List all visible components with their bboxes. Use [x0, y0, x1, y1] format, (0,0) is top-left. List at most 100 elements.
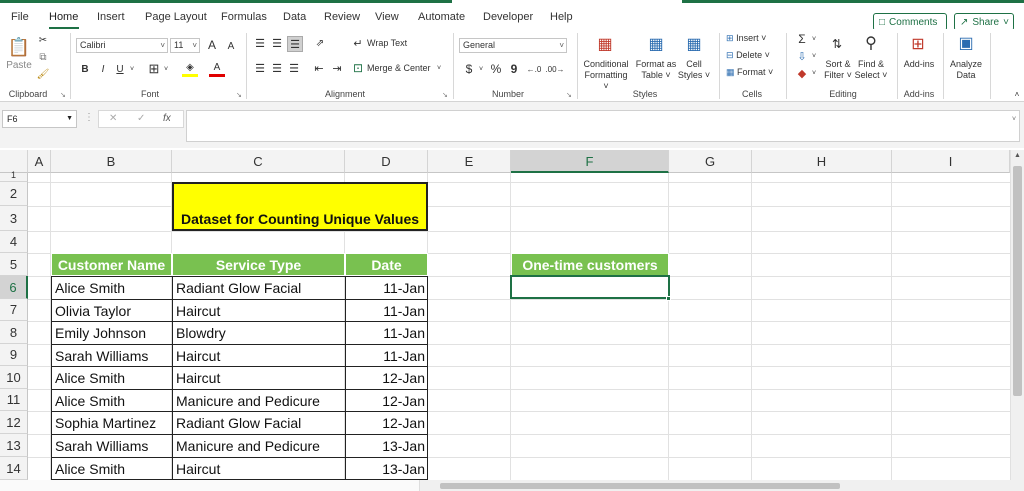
sort-filter-icon[interactable]: ⇅	[826, 34, 848, 54]
percent-button[interactable]: %	[489, 61, 503, 77]
scrollbar-thumb[interactable]	[1013, 166, 1022, 396]
font-size-select[interactable]: 11 ˅	[170, 38, 200, 53]
merge-center-icon[interactable]: ⊡	[351, 61, 365, 75]
clear-icon[interactable]: ◆	[795, 66, 809, 80]
align-right-icon[interactable]: ☰	[287, 61, 301, 75]
wrap-text-icon[interactable]: ↵	[351, 36, 365, 50]
tab-insert[interactable]: Insert	[97, 11, 125, 23]
selected-cell-f6[interactable]	[510, 275, 670, 299]
cell-date[interactable]: 13-Jan	[346, 435, 428, 458]
search-icon[interactable]: ⚲	[860, 32, 882, 54]
cell-customer[interactable]: Alice Smith	[52, 277, 173, 300]
orientation-icon[interactable]: ⇗	[310, 36, 330, 50]
align-middle-icon[interactable]: ☰	[270, 36, 284, 50]
autosum-icon[interactable]: Σ	[795, 32, 809, 46]
format-painter-icon[interactable]: 🖌	[36, 67, 50, 81]
cell-date[interactable]: 13-Jan	[346, 458, 428, 480]
row-header-5[interactable]: 5	[0, 253, 28, 276]
cell-date[interactable]: 12-Jan	[346, 412, 428, 435]
column-header-i[interactable]: I	[892, 150, 1010, 173]
cell-date[interactable]: 11-Jan	[346, 300, 428, 322]
cell-customer[interactable]: Sophia Martinez	[52, 412, 173, 435]
number-format-select[interactable]: General ˅	[459, 38, 567, 53]
fill-icon[interactable]: ⇩	[795, 49, 809, 63]
worksheet-grid[interactable]: A B C D E F G H I 1 2 3 4 5 6 7 8 9 10 1…	[0, 150, 1010, 480]
copy-icon[interactable]: ⧉	[36, 50, 50, 64]
cell-date[interactable]: 12-Jan	[346, 390, 428, 412]
row-header-3[interactable]: 3	[0, 206, 28, 231]
row-header-11[interactable]: 11	[0, 389, 28, 411]
tab-review[interactable]: Review	[324, 11, 360, 23]
column-header-f[interactable]: F	[511, 150, 669, 173]
tab-data[interactable]: Data	[283, 11, 306, 23]
title-cell[interactable]: Dataset for Counting Unique Values	[172, 182, 428, 231]
row-header-7[interactable]: 7	[0, 299, 28, 321]
decrease-decimal-icon[interactable]: .00→	[545, 61, 564, 77]
font-launcher-icon[interactable]: ↘	[236, 91, 242, 99]
comma-button[interactable]: 9	[509, 61, 519, 77]
row-header-12[interactable]: 12	[0, 411, 28, 434]
tab-help[interactable]: Help	[550, 11, 573, 23]
cell-customer[interactable]: Olivia Taylor	[52, 300, 173, 322]
tab-automate[interactable]: Automate	[418, 11, 465, 23]
align-left-icon[interactable]: ☰	[253, 61, 267, 75]
header-service-type[interactable]: Service Type	[172, 253, 345, 276]
insert-function-button[interactable]: fx	[163, 113, 171, 124]
cell-customer[interactable]: Emily Johnson	[52, 322, 173, 345]
analyze-data-icon[interactable]: ▣	[954, 32, 978, 54]
cell-service[interactable]: Radiant Glow Facial	[173, 277, 346, 300]
row-header-6[interactable]: 6	[0, 276, 28, 299]
tab-file[interactable]: File	[11, 11, 29, 23]
tab-home[interactable]: Home	[49, 11, 78, 23]
tab-formulas[interactable]: Formulas	[221, 11, 267, 23]
row-header-13[interactable]: 13	[0, 434, 28, 457]
tab-developer[interactable]: Developer	[483, 11, 533, 23]
number-launcher-icon[interactable]: ↘	[566, 91, 572, 99]
cell-service[interactable]: Haircut	[173, 458, 346, 480]
format-as-table-icon[interactable]: ▦	[645, 34, 667, 54]
decrease-font-button[interactable]: A	[224, 38, 238, 54]
cell-customer[interactable]: Sarah Williams	[52, 345, 173, 367]
cancel-icon[interactable]: ✕	[109, 113, 117, 124]
format-cells-button[interactable]: ▦ Format ˅	[726, 67, 773, 78]
cell-date[interactable]: 11-Jan	[346, 345, 428, 367]
scroll-up-icon[interactable]: ▲	[1014, 152, 1021, 159]
row-header-4[interactable]: 4	[0, 231, 28, 253]
header-one-time-customers[interactable]: One-time customers	[511, 253, 669, 276]
chevron-down-icon[interactable]: ˅	[810, 49, 818, 63]
cell-customer[interactable]: Alice Smith	[52, 390, 173, 412]
column-header-e[interactable]: E	[428, 150, 511, 173]
cell-customer[interactable]: Alice Smith	[52, 367, 173, 390]
row-header-10[interactable]: 10	[0, 366, 28, 389]
cell-date[interactable]: 11-Jan	[346, 277, 428, 300]
cell-styles-button[interactable]: Cell Styles ˅	[675, 59, 713, 81]
clipboard-launcher-icon[interactable]: ↘	[60, 91, 66, 99]
font-name-select[interactable]: Calibri ˅	[76, 38, 168, 53]
cell-service[interactable]: Haircut	[173, 345, 346, 367]
insert-cells-button[interactable]: ⊞ Insert ˅	[726, 33, 766, 44]
column-header-b[interactable]: B	[51, 150, 172, 173]
tab-view[interactable]: View	[375, 11, 399, 23]
bold-button[interactable]: B	[79, 61, 91, 77]
cut-icon[interactable]: ✂	[36, 33, 50, 47]
horizontal-scrollbar[interactable]	[0, 480, 1024, 491]
conditional-formatting-button[interactable]: Conditional Formatting ˅	[581, 59, 631, 92]
increase-decimal-icon[interactable]: ←.0	[525, 61, 543, 77]
row-header-2[interactable]: 2	[0, 182, 28, 206]
column-header-c[interactable]: C	[172, 150, 345, 173]
align-top-icon[interactable]: ☰	[253, 36, 267, 50]
increase-indent-icon[interactable]: ⇥	[330, 61, 344, 75]
borders-icon[interactable]: ⊞	[146, 61, 162, 77]
formula-input[interactable]	[186, 110, 1020, 142]
enter-icon[interactable]: ✓	[137, 113, 145, 124]
chevron-down-icon[interactable]: ˅	[810, 32, 818, 46]
column-header-d[interactable]: D	[345, 150, 428, 173]
cell-service[interactable]: Manicure and Pedicure	[173, 390, 346, 412]
wrap-text-button[interactable]: Wrap Text	[367, 38, 407, 48]
chevron-down-icon[interactable]: ˅	[477, 61, 485, 77]
cell-styles-icon[interactable]: ▦	[683, 34, 705, 54]
paste-icon[interactable]: 📋	[8, 35, 30, 59]
increase-font-button[interactable]: A	[205, 37, 219, 53]
header-date[interactable]: Date	[345, 253, 428, 276]
column-header-h[interactable]: H	[752, 150, 892, 173]
